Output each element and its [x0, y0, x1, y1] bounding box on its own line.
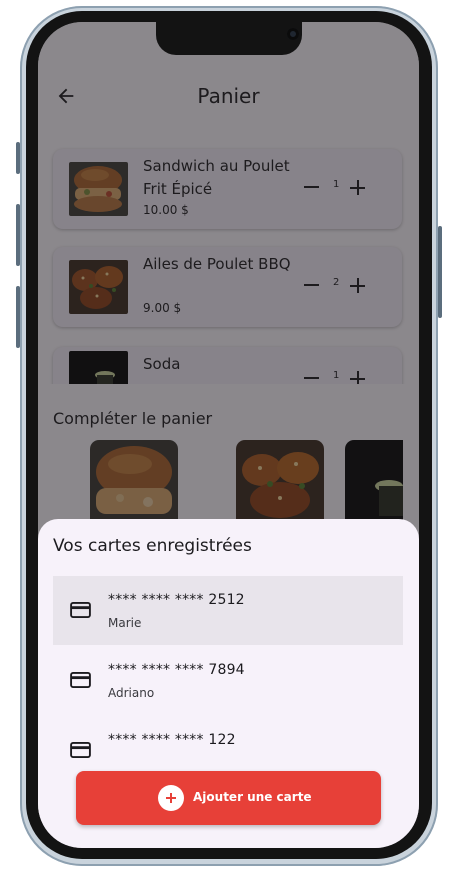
add-card-label: Ajouter une carte: [193, 790, 312, 804]
credit-card-icon: [70, 742, 91, 758]
volume-up-button: [16, 204, 20, 266]
card-holder: Marie: [108, 616, 142, 630]
sheet-title: Vos cartes enregistrées: [53, 536, 252, 556]
saved-card-row[interactable]: **** **** **** 2512 Marie: [53, 576, 403, 645]
credit-card-icon: [70, 602, 91, 618]
power-button: [438, 226, 442, 318]
add-card-button[interactable]: Ajouter une carte: [76, 771, 381, 825]
card-number: **** **** **** 122: [108, 732, 236, 748]
notch: [156, 22, 302, 55]
saved-card-row[interactable]: **** **** **** 7894 Adriano: [53, 646, 403, 715]
card-holder: Adriano: [108, 686, 155, 700]
saved-cards-sheet: Vos cartes enregistrées **** **** **** 2…: [38, 519, 419, 848]
credit-card-icon: [70, 672, 91, 688]
card-number: **** **** **** 7894: [108, 662, 245, 678]
mute-switch: [16, 142, 20, 174]
camera-icon: [287, 28, 299, 40]
volume-down-button: [16, 286, 20, 348]
screen: Panier Sandwich au Poulet Frit Épicé 10.…: [38, 22, 419, 848]
card-number: **** **** **** 2512: [108, 592, 245, 608]
add-circle-icon: [158, 785, 184, 811]
